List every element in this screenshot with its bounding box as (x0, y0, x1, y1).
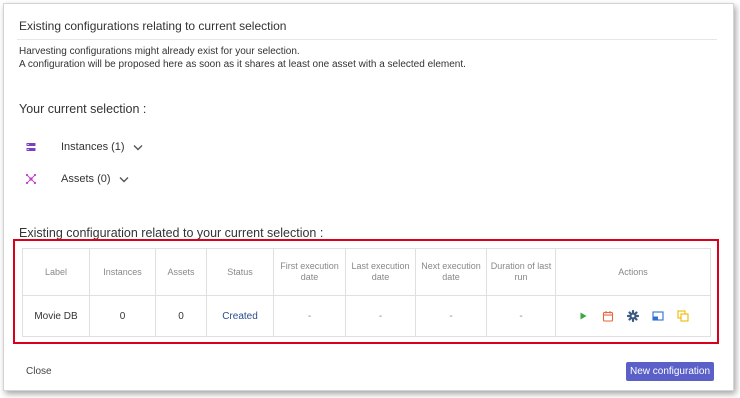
configurations-title: Existing configuration related to your c… (19, 226, 324, 240)
dialog-title: Existing configurations relating to curr… (19, 19, 287, 33)
column-header: First execution date (273, 248, 346, 296)
selection-title: Your current selection : (19, 102, 147, 116)
table-row[interactable]: Movie DB 0 0 Created - - - - (22, 295, 711, 337)
cell-instances: 0 (89, 295, 156, 337)
cell-status: Created (206, 295, 274, 337)
selection-item-label: Assets (0) (61, 173, 111, 185)
cell-first-execution: - (273, 295, 346, 337)
column-header: Assets (155, 248, 207, 296)
table-header-row: Label Instances Assets Status First exec… (22, 248, 711, 296)
chevron-down-icon[interactable] (119, 176, 129, 183)
chevron-down-icon[interactable] (133, 144, 143, 151)
column-header: Status (206, 248, 274, 296)
description-line-2: A configuration will be proposed here as… (19, 59, 466, 70)
new-configuration-button[interactable]: New configuration (626, 362, 714, 381)
column-header: Next execution date (415, 248, 487, 296)
gear-icon[interactable] (626, 309, 640, 323)
selection-item-assets[interactable]: Assets (0) (24, 172, 129, 186)
configurations-table: Label Instances Assets Status First exec… (22, 248, 711, 337)
column-header: Instances (89, 248, 156, 296)
window-icon[interactable] (651, 309, 665, 323)
title-divider (17, 39, 717, 40)
column-header: Label (22, 248, 90, 296)
cell-duration: - (486, 295, 556, 337)
column-header: Last execution date (345, 248, 416, 296)
cell-label: Movie DB (22, 295, 90, 337)
run-icon[interactable] (576, 309, 590, 323)
description-line-1: Harvesting configurations might already … (19, 46, 300, 57)
cell-next-execution: - (415, 295, 487, 337)
instances-icon (24, 140, 38, 154)
highlight-box: Label Instances Assets Status First exec… (13, 239, 719, 344)
copy-icon[interactable] (676, 309, 690, 323)
cell-actions (555, 295, 711, 337)
column-header: Duration of last run (486, 248, 556, 296)
cell-last-execution: - (345, 295, 416, 337)
calendar-icon[interactable] (601, 309, 615, 323)
cell-assets: 0 (155, 295, 207, 337)
configurations-dialog: Existing configurations relating to curr… (3, 3, 734, 391)
column-header: Actions (555, 248, 711, 296)
selection-item-instances[interactable]: Instances (1) (24, 140, 143, 154)
assets-icon (24, 172, 38, 186)
close-button[interactable]: Close (26, 366, 52, 377)
selection-item-label: Instances (1) (61, 141, 125, 153)
